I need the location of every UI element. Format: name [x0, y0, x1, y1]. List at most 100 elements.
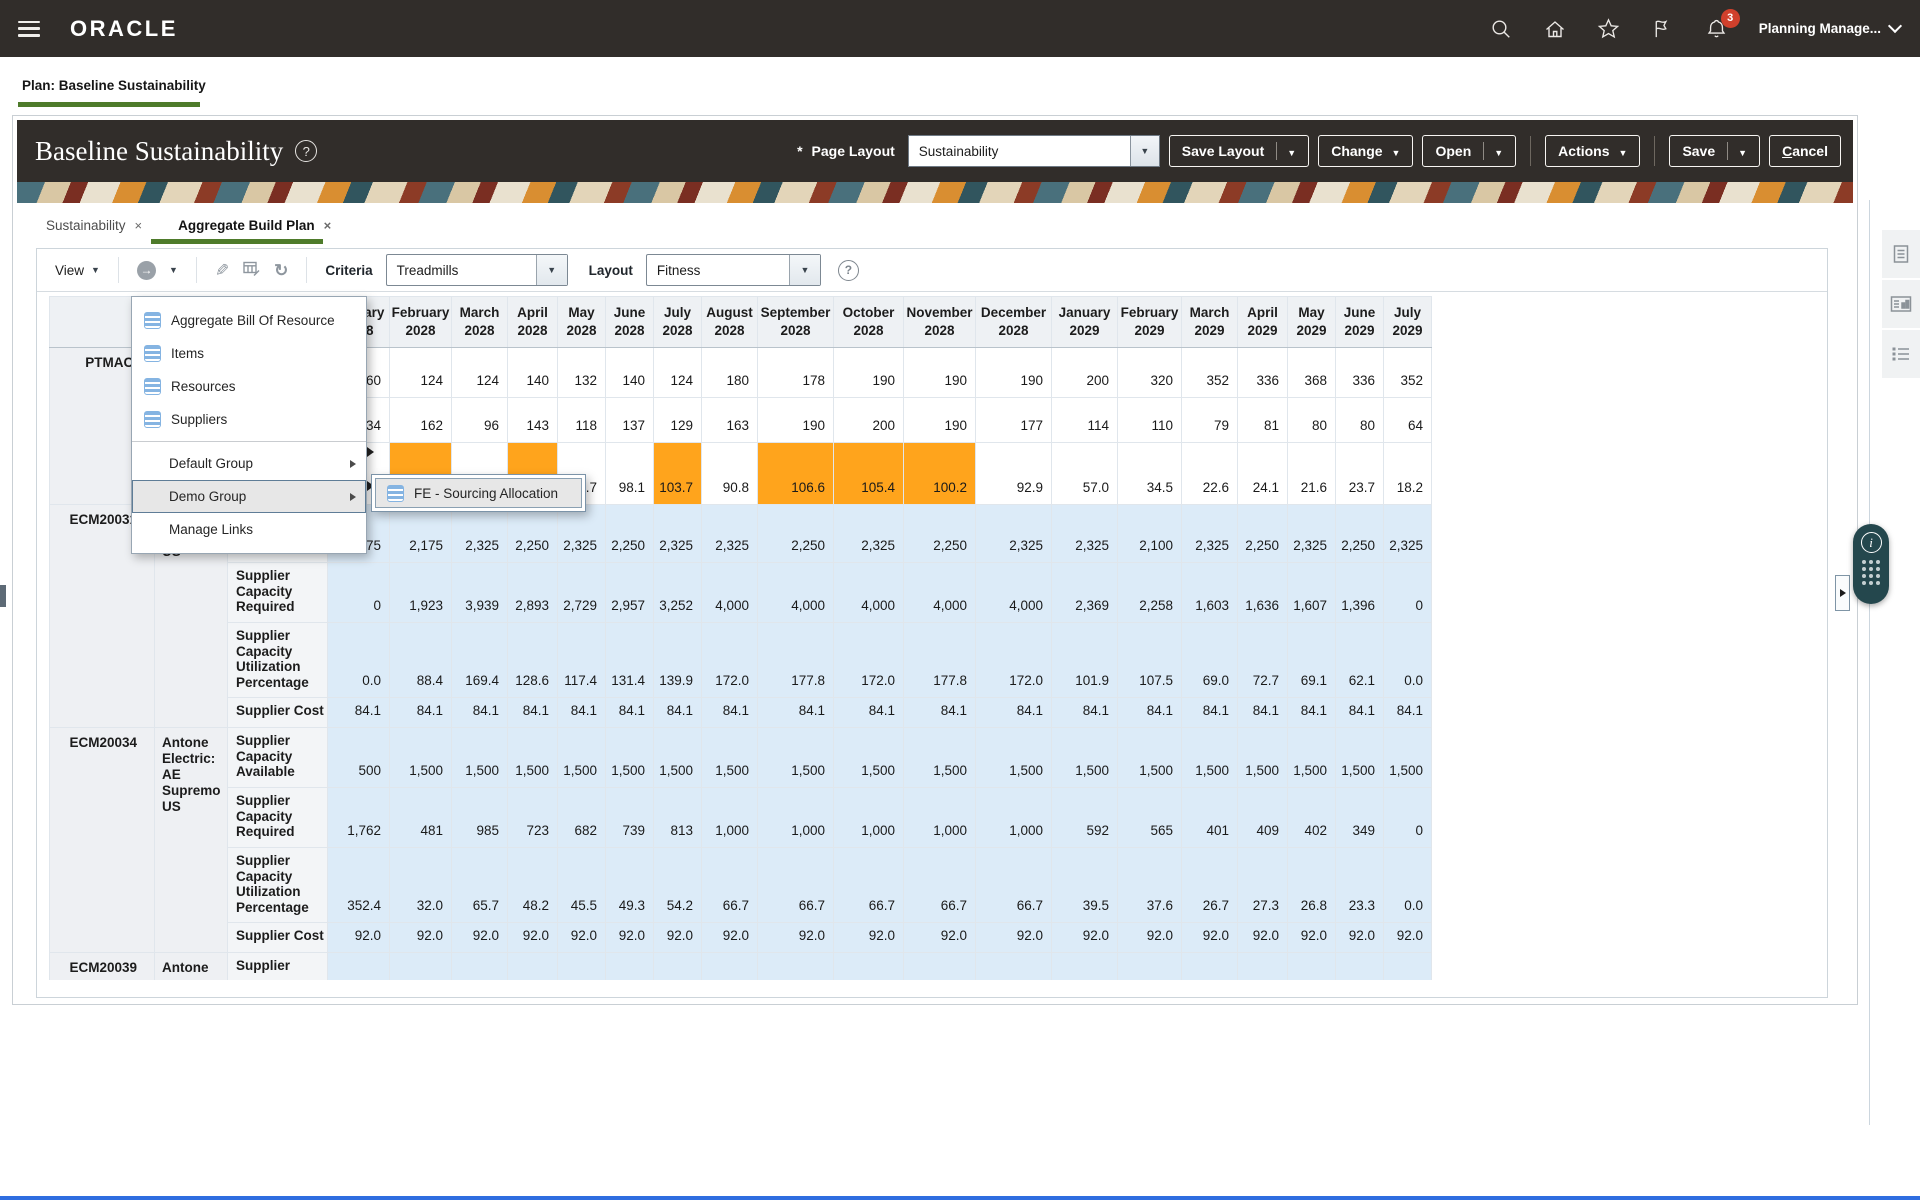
grid-cell[interactable]: 190 [904, 348, 976, 398]
navigation-menu-icon[interactable] [18, 21, 40, 37]
grid-cell[interactable]: 114 [1052, 398, 1118, 443]
grid-cell[interactable]: 0.0 [1384, 848, 1432, 923]
grid-cell[interactable] [834, 953, 904, 981]
grid-cell[interactable]: 2,250 [758, 505, 834, 563]
grid-cell[interactable]: 2,893 [508, 563, 558, 623]
column-header-month[interactable]: April2028 [508, 297, 558, 348]
grid-cell[interactable]: 69.1 [1288, 623, 1336, 698]
grid-cell[interactable]: 320 [1118, 348, 1182, 398]
change-caret-icon[interactable] [1392, 143, 1401, 159]
grid-cell[interactable]: 200 [834, 398, 904, 443]
grid-cell[interactable]: 90.8 [702, 443, 758, 505]
grid-cell[interactable]: 143 [508, 398, 558, 443]
grid-cell[interactable]: 2,325 [976, 505, 1052, 563]
grid-cell[interactable]: 92.0 [904, 923, 976, 953]
grid-cell[interactable]: 92.0 [758, 923, 834, 953]
grid-cell[interactable]: 54.2 [654, 848, 702, 923]
menu-item-aggregate-bill-of-resource[interactable]: Aggregate Bill Of Resource [132, 304, 366, 337]
menu-item-demo-group[interactable]: Demo Group [132, 480, 366, 513]
grid-cell[interactable]: 66.7 [834, 848, 904, 923]
grid-cell[interactable]: 22.6 [1182, 443, 1238, 505]
grid-cell[interactable] [702, 953, 758, 981]
grid-cell[interactable]: 1,500 [758, 728, 834, 788]
grid-cell[interactable]: 79 [1182, 398, 1238, 443]
grid-cell[interactable]: 100.2 [904, 443, 976, 505]
grid-cell[interactable]: 66.7 [758, 848, 834, 923]
grid-cell[interactable]: 4,000 [834, 563, 904, 623]
grid-cell[interactable]: 4,000 [702, 563, 758, 623]
grid-cell[interactable]: 2,258 [1118, 563, 1182, 623]
grid-cell[interactable]: 1,500 [1238, 728, 1288, 788]
grid-cell[interactable]: 129 [654, 398, 702, 443]
row-expand-arrow-icon[interactable] [367, 447, 374, 457]
grid-cell[interactable]: 49.3 [606, 848, 654, 923]
list-panel-icon[interactable] [1882, 330, 1920, 378]
grid-cell[interactable]: 592 [1052, 788, 1118, 848]
help-icon[interactable] [838, 260, 859, 281]
grid-cell[interactable]: 92.0 [654, 923, 702, 953]
grid-cell[interactable]: 3,252 [654, 563, 702, 623]
grid-cell[interactable] [758, 953, 834, 981]
column-header-month[interactable]: February2029 [1118, 297, 1182, 348]
grid-cell[interactable]: 72.7 [1238, 623, 1288, 698]
column-header-month[interactable]: August2028 [702, 297, 758, 348]
grid-cell[interactable] [654, 953, 702, 981]
grid-cell[interactable]: 1,500 [1182, 728, 1238, 788]
grid-cell[interactable]: 64 [1384, 398, 1432, 443]
save-caret-icon[interactable] [1738, 143, 1747, 159]
grid-cell[interactable]: 23.7 [1336, 443, 1384, 505]
grid-cell[interactable]: 565 [1118, 788, 1182, 848]
grid-cell[interactable]: 105.4 [834, 443, 904, 505]
grid-cell[interactable]: 2,325 [834, 505, 904, 563]
grid-cell[interactable]: 92.0 [976, 923, 1052, 953]
grid-cell[interactable]: 0 [1384, 563, 1432, 623]
grid-cell[interactable]: 81 [1238, 398, 1288, 443]
grid-cell[interactable]: 92.0 [1384, 923, 1432, 953]
grid-cell[interactable]: 2,250 [508, 505, 558, 563]
column-header-month[interactable]: May2029 [1288, 297, 1336, 348]
grid-cell[interactable]: 66.7 [976, 848, 1052, 923]
spreadsheet-icon[interactable] [242, 259, 261, 281]
refresh-icon[interactable] [274, 262, 288, 279]
info-icon[interactable] [1861, 532, 1882, 553]
grid-cell[interactable]: 92.0 [702, 923, 758, 953]
grid-cell[interactable]: 92.0 [1052, 923, 1118, 953]
grid-cell[interactable]: 190 [904, 398, 976, 443]
grid-cell[interactable]: 349 [1336, 788, 1384, 848]
grid-cell[interactable]: 80 [1336, 398, 1384, 443]
item-cell[interactable]: ECM20034 [50, 728, 155, 953]
grid-cell[interactable]: 682 [558, 788, 606, 848]
grid-cell[interactable]: 169.4 [452, 623, 508, 698]
grid-cell[interactable]: 48.2 [508, 848, 558, 923]
favorites-star-icon[interactable] [1597, 17, 1621, 41]
submenu-item-fe-sourcing-allocation[interactable]: FE - Sourcing Allocation [375, 478, 582, 508]
grid-cell[interactable]: 1,500 [976, 728, 1052, 788]
grid-cell[interactable]: 84.1 [758, 698, 834, 728]
change-button[interactable]: Change [1318, 135, 1413, 167]
grid-cell[interactable]: 1,500 [654, 728, 702, 788]
grid-cell[interactable]: 84.1 [1118, 698, 1182, 728]
grid-cell[interactable]: 140 [508, 348, 558, 398]
grid-cell[interactable]: 172.0 [834, 623, 904, 698]
grid-cell[interactable]: 110 [1118, 398, 1182, 443]
grid-cell[interactable]: 57.0 [1052, 443, 1118, 505]
grid-cell[interactable]: 23.3 [1336, 848, 1384, 923]
layout-select[interactable]: Fitness [646, 254, 821, 286]
document-panel-icon[interactable] [1882, 230, 1920, 278]
grid-cell[interactable]: 69.0 [1182, 623, 1238, 698]
grid-cell[interactable]: 4,000 [976, 563, 1052, 623]
grid-cell[interactable]: 137 [606, 398, 654, 443]
grid-cell[interactable]: 62.1 [1336, 623, 1384, 698]
column-header-month[interactable]: February2028 [390, 297, 452, 348]
grid-cell[interactable]: 2,325 [452, 505, 508, 563]
grid-cell[interactable]: 352 [1384, 348, 1432, 398]
grid-cell[interactable]: 1,500 [1288, 728, 1336, 788]
grid-cell[interactable]: 368 [1288, 348, 1336, 398]
dropdown-caret-icon[interactable] [789, 255, 820, 285]
close-icon[interactable] [135, 218, 143, 233]
measure-cell[interactable]: Supplier Capacity Available [228, 728, 328, 788]
column-header-month[interactable]: November2028 [904, 297, 976, 348]
grid-cell[interactable]: 0 [328, 563, 390, 623]
grid-cell[interactable]: 34.5 [1118, 443, 1182, 505]
grid-cell[interactable]: 84.1 [976, 698, 1052, 728]
